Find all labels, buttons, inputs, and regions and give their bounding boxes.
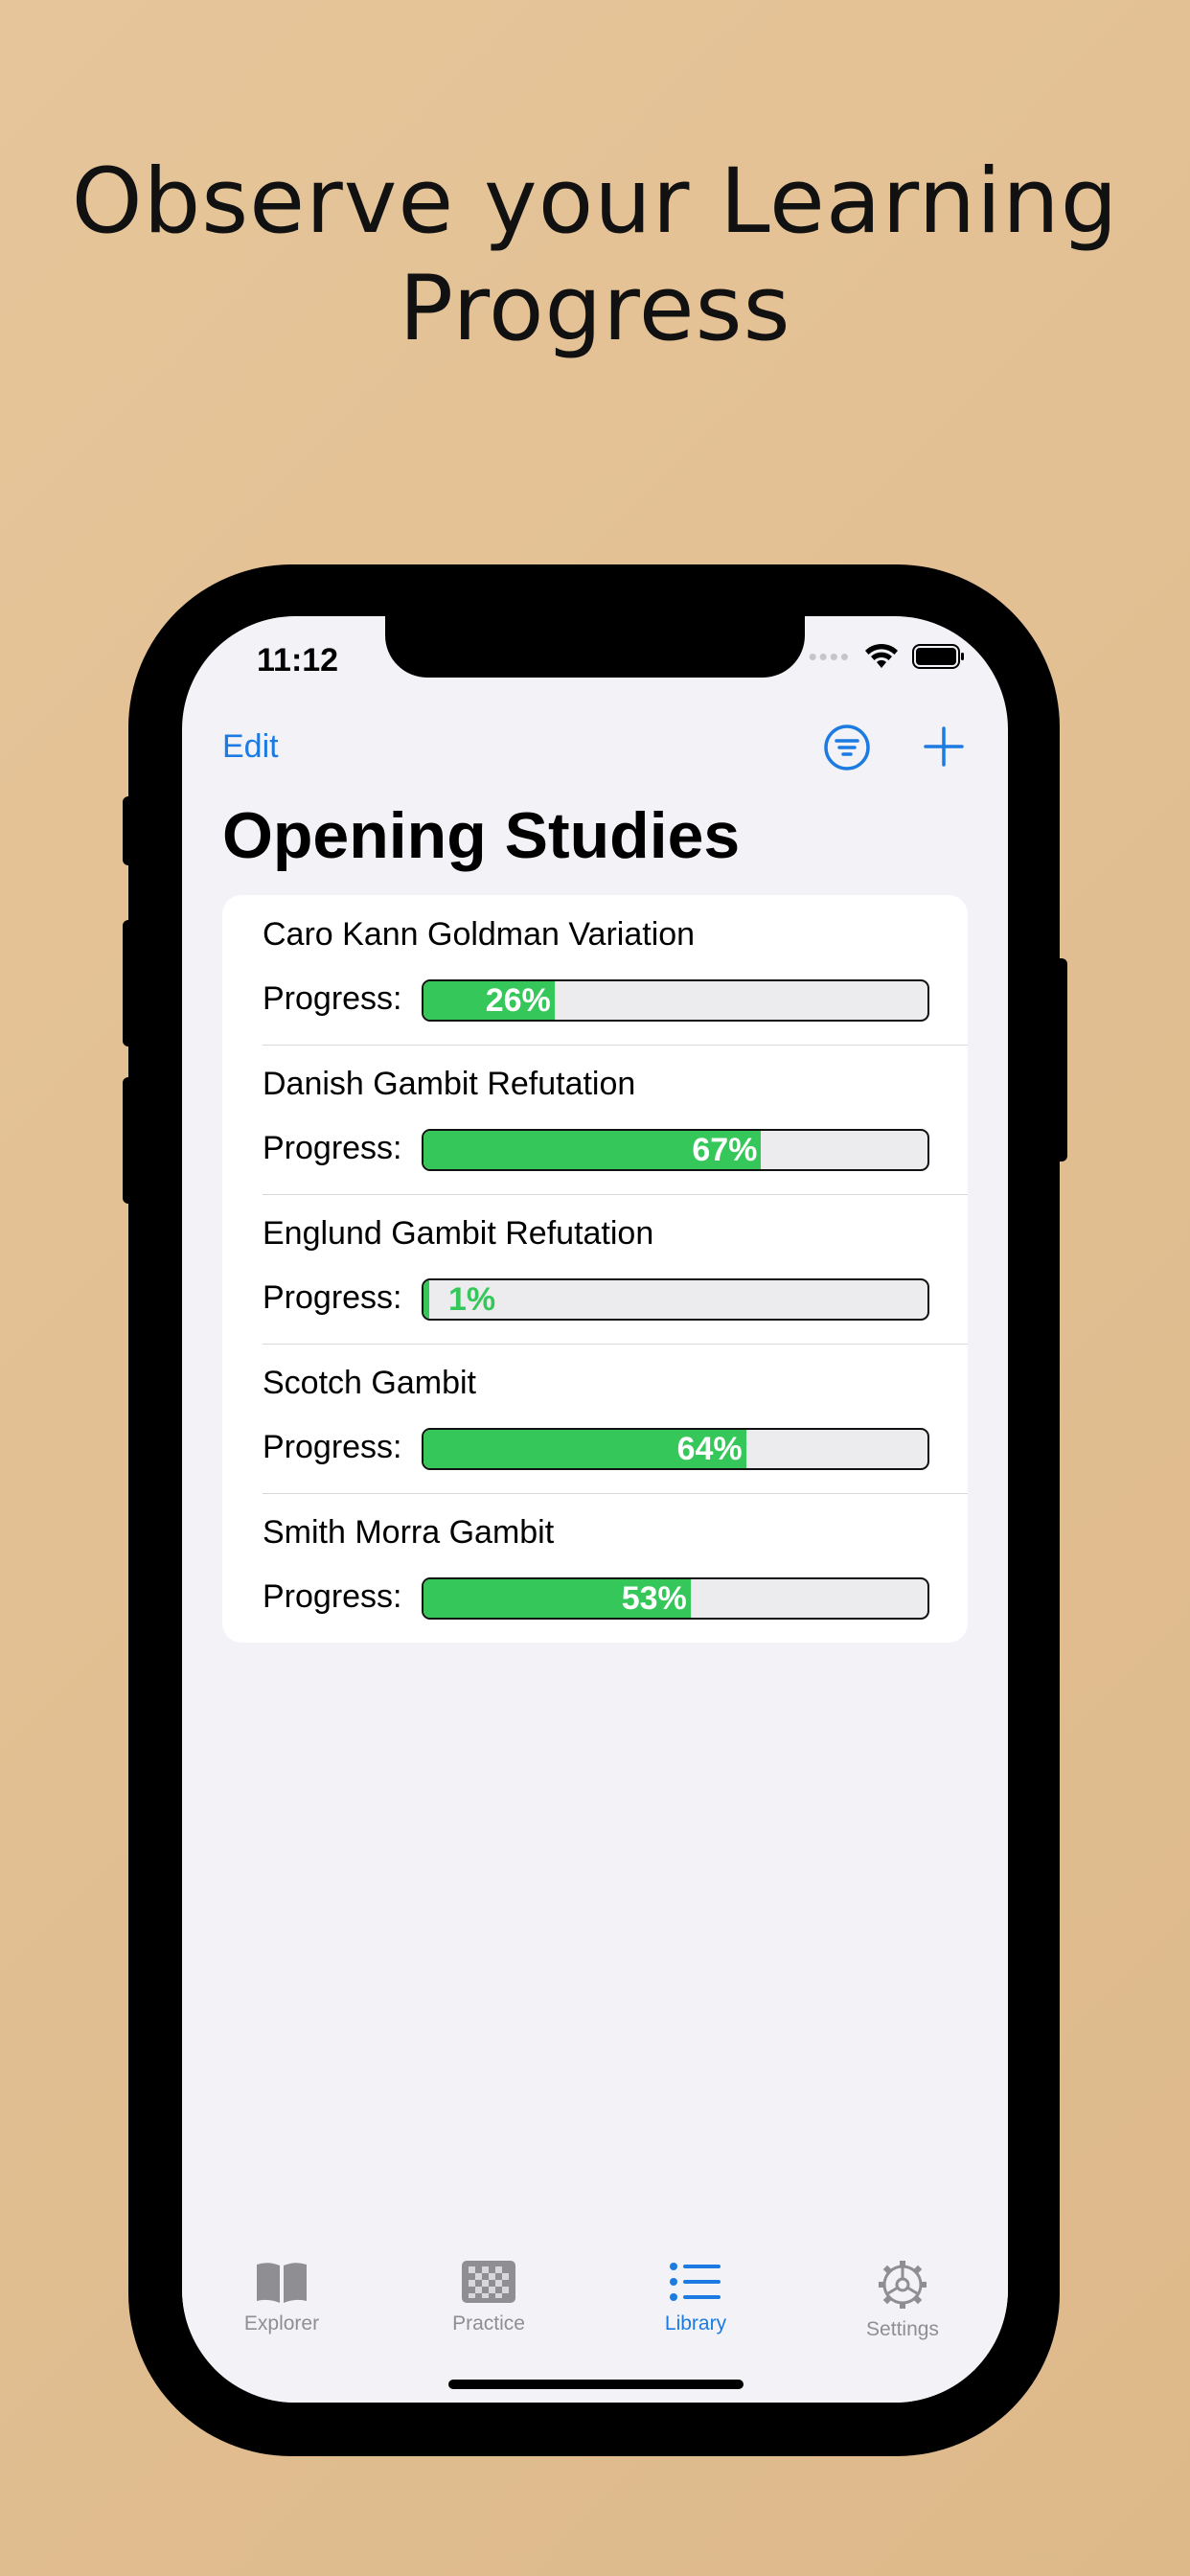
progress-bar: 67% — [422, 1129, 929, 1171]
progress-bar: 53% — [422, 1577, 929, 1620]
tab-explorer[interactable]: Explorer — [195, 2259, 368, 2335]
progress-bar: 1% — [422, 1278, 929, 1321]
cellular-signal-icon: •••• — [808, 642, 851, 671]
status-time: 11:12 — [257, 642, 339, 678]
tab-label: Settings — [866, 2318, 939, 2340]
tab-practice[interactable]: Practice — [402, 2259, 575, 2335]
status-icons: •••• — [809, 643, 966, 670]
progress-percent: 64% — [676, 1431, 743, 1467]
progress-label: Progress: — [263, 1429, 402, 1465]
wifi-icon — [865, 643, 898, 668]
book-icon — [257, 2263, 307, 2303]
filter-icon[interactable] — [822, 723, 872, 772]
tab-bar: Explorer Practice Library Settings — [182, 2230, 1008, 2403]
add-icon[interactable] — [920, 723, 968, 770]
tab-label: Practice — [452, 2312, 525, 2334]
headline: Observe your Learning Progress — [71, 150, 1119, 361]
chessboard-icon — [462, 2261, 515, 2303]
list-item[interactable]: Caro Kann Goldman Variation Progress: 26… — [222, 895, 968, 1045]
phone-screen: 11:12 •••• Edit Opening Studies Caro Kan… — [182, 616, 1008, 2403]
tab-label: Library — [664, 2312, 727, 2334]
study-name: Smith Morra Gambit — [263, 1514, 555, 1551]
page-title: Opening Studies — [222, 799, 741, 872]
study-name: Scotch Gambit — [263, 1365, 476, 1401]
list-item[interactable]: Scotch Gambit Progress: 64% — [222, 1344, 968, 1493]
list-icon — [670, 2263, 721, 2301]
progress-percent: 26% — [485, 982, 551, 1019]
study-name: Danish Gambit Refutation — [263, 1066, 636, 1102]
gear-icon — [879, 2261, 927, 2309]
progress-label: Progress: — [263, 1130, 402, 1166]
list-item[interactable]: Englund Gambit Refutation Progress: 1% — [222, 1194, 968, 1344]
progress-percent: 67% — [692, 1132, 758, 1168]
notch — [385, 616, 805, 678]
tab-label: Explorer — [243, 2312, 320, 2334]
edit-button[interactable]: Edit — [222, 728, 279, 766]
progress-label: Progress: — [263, 1279, 402, 1316]
home-indicator — [448, 2380, 744, 2389]
battery-icon — [912, 644, 964, 669]
progress-label: Progress: — [263, 980, 402, 1017]
progress-percent: 53% — [621, 1580, 687, 1617]
progress-bar: 64% — [422, 1428, 929, 1470]
tab-settings[interactable]: Settings — [816, 2259, 989, 2341]
progress-label: Progress: — [263, 1578, 402, 1615]
studies-list: Caro Kann Goldman Variation Progress: 26… — [222, 895, 968, 1643]
list-item[interactable]: Smith Morra Gambit Progress: 53% — [222, 1493, 968, 1643]
progress-bar-fill — [423, 1280, 429, 1319]
study-name: Caro Kann Goldman Variation — [263, 916, 696, 953]
progress-percent: 1% — [448, 1281, 496, 1318]
study-name: Englund Gambit Refutation — [263, 1215, 654, 1252]
progress-bar: 26% — [422, 979, 929, 1022]
tab-library[interactable]: Library — [609, 2259, 782, 2335]
list-item[interactable]: Danish Gambit Refutation Progress: 67% — [222, 1045, 968, 1194]
